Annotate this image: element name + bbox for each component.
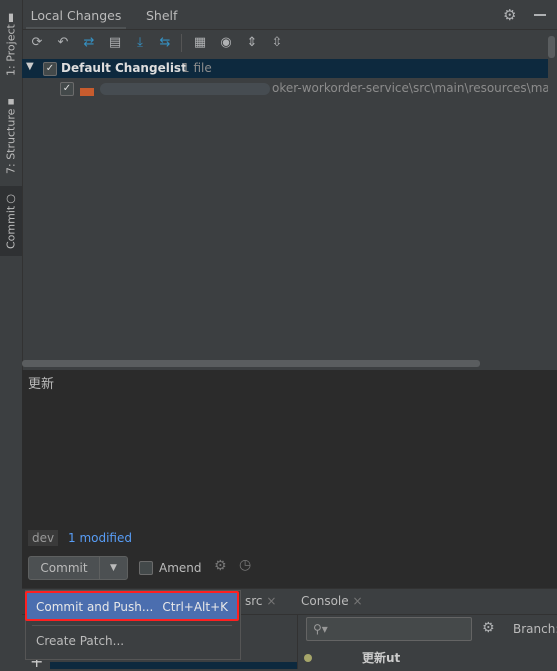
tab-src[interactable]: src × xyxy=(245,594,276,608)
search-input[interactable]: ⚲▾ xyxy=(306,617,472,641)
diff-icon[interactable]: ⇄ xyxy=(80,34,98,52)
minimize-icon[interactable] xyxy=(534,14,546,16)
tab-local-changes[interactable]: Local Changes xyxy=(26,0,126,30)
rollback-icon[interactable]: ↶ xyxy=(54,34,72,52)
history-icon[interactable]: ◷ xyxy=(239,557,251,573)
divider xyxy=(181,34,182,52)
menu-item-create-patch[interactable]: Create Patch... xyxy=(26,629,240,655)
gear-icon[interactable]: ⚙ xyxy=(503,6,516,24)
changelist-icon[interactable]: ▤ xyxy=(106,34,124,52)
horizontal-scrollbar[interactable] xyxy=(22,360,480,367)
file-row[interactable]: ✓ oker-workorder-service\src\main\resour… xyxy=(22,79,557,98)
collapse-all-icon[interactable]: ⇳ xyxy=(268,34,286,52)
tool-window-strip: 1: Project ▮ 7: Structure ▪ Commit ○ xyxy=(0,0,23,669)
commit-split-button: Commit ▼ xyxy=(28,556,128,580)
branch-badge: dev xyxy=(28,530,59,546)
amend-checkbox[interactable] xyxy=(139,561,153,575)
chevron-down-icon[interactable]: ▼ xyxy=(100,557,127,579)
settings-icon[interactable]: ⚙ xyxy=(214,558,227,574)
expand-arrow-icon[interactable]: ▼ xyxy=(26,61,34,72)
menu-item-commit-and-push[interactable]: Commit and Push... Ctrl+Alt+K xyxy=(25,591,239,621)
sidebar-item-project[interactable]: 1: Project ▮ xyxy=(0,8,22,80)
refresh-icon[interactable]: ⟳ xyxy=(28,34,46,52)
file-checkbox[interactable]: ✓ xyxy=(60,82,74,96)
xml-file-icon xyxy=(80,88,94,96)
log-entry[interactable]: 更新ut xyxy=(362,649,400,666)
modified-link[interactable]: 1 modified xyxy=(68,531,132,545)
update-icon[interactable]: ⤓ xyxy=(131,34,149,52)
blurred-path xyxy=(100,83,270,95)
commit-node-icon xyxy=(304,654,312,662)
eye-icon[interactable]: ◉ xyxy=(217,34,235,52)
sidebar-item-structure[interactable]: 7: Structure ▪ xyxy=(0,94,22,176)
changelist-checkbox[interactable]: ✓ xyxy=(43,62,57,76)
changelist-row[interactable]: ▼ ✓ Default Changelist 1 file xyxy=(22,59,550,78)
tab-shelf[interactable]: Shelf xyxy=(146,0,177,30)
branch-filter[interactable]: Branch: xyxy=(513,622,557,636)
commit-message-input[interactable]: 更新 xyxy=(28,373,54,392)
local-branch-row[interactable] xyxy=(50,662,297,669)
shelve-icon[interactable]: ⇆ xyxy=(156,34,174,52)
sidebar-item-commit[interactable]: Commit ○ xyxy=(0,186,22,256)
vertical-scrollbar[interactable] xyxy=(548,30,557,370)
commit-options-popup: Commit and Push... Ctrl+Alt+K Create Pat… xyxy=(25,590,241,660)
amend-label: Amend xyxy=(159,561,202,575)
expand-all-icon[interactable]: ⇕ xyxy=(243,34,261,52)
divider xyxy=(22,29,557,30)
group-by-icon[interactable]: ▦ xyxy=(191,34,209,52)
log-settings-icon[interactable]: ⚙ xyxy=(482,620,495,636)
tab-console[interactable]: Console × xyxy=(301,594,363,608)
commit-button[interactable]: Commit xyxy=(29,557,99,579)
